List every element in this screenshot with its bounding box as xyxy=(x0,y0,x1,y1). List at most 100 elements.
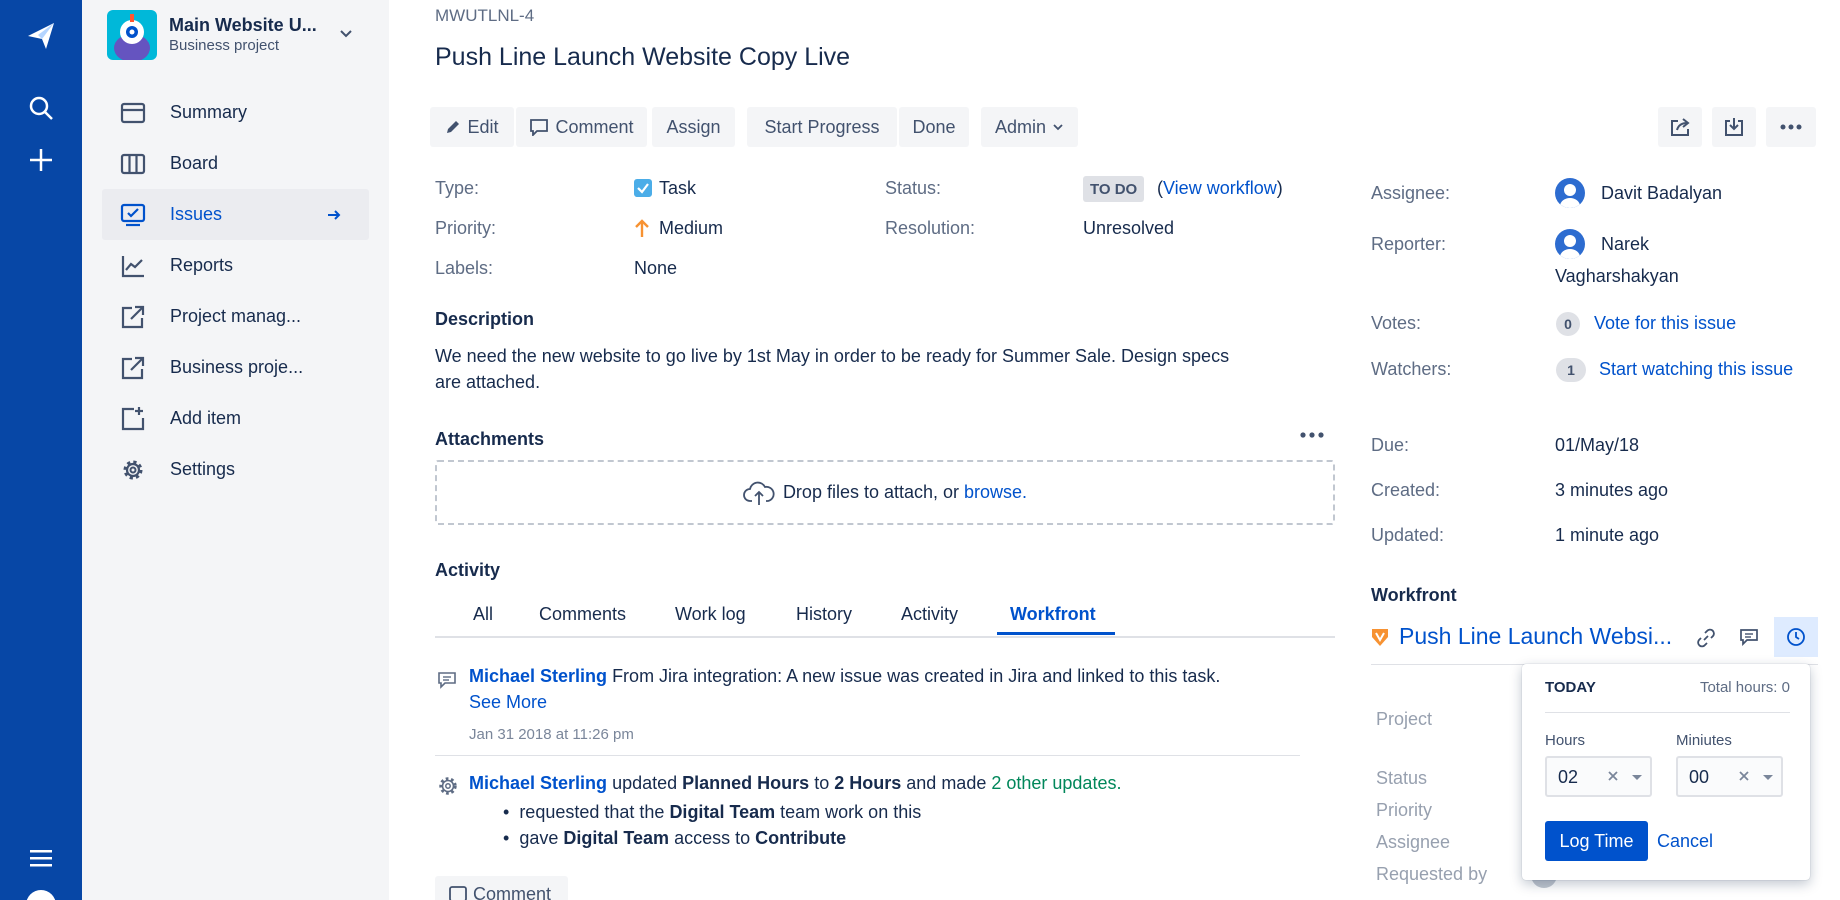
log-time-button[interactable]: Log Time xyxy=(1545,821,1648,861)
comment-button[interactable]: Comment xyxy=(516,107,647,147)
sidebar-item-summary[interactable]: Summary xyxy=(102,87,369,138)
type-label: Type: xyxy=(435,178,480,198)
labels-value: None xyxy=(634,258,678,278)
attachment-dropzone[interactable]: Drop files to attach, or browse. xyxy=(435,460,1335,525)
sidebar-item-label: Reports xyxy=(170,255,234,275)
watch-link[interactable]: Start watching this issue xyxy=(1599,359,1793,380)
status-lozenge[interactable]: TO DO xyxy=(1083,176,1145,202)
sidebar-item-reports[interactable]: Reports xyxy=(102,240,369,291)
sidebar-item-add-item[interactable]: Add item xyxy=(102,393,369,444)
entry-bullets: • requested that the Digital Team team w… xyxy=(503,799,921,851)
assign-button[interactable]: Assign xyxy=(652,107,735,147)
share-icon xyxy=(1671,118,1690,136)
sidebar-item-issues[interactable]: Issues xyxy=(102,189,369,240)
resolution-label: Resolution: xyxy=(885,218,976,238)
link-icon[interactable] xyxy=(1696,628,1716,648)
clear-icon[interactable] xyxy=(1738,770,1750,782)
priority-value: Medium xyxy=(659,218,724,238)
clear-icon[interactable] xyxy=(1607,770,1619,782)
sidebar-item-settings[interactable]: Settings xyxy=(102,444,369,495)
done-button[interactable]: Done xyxy=(899,107,969,147)
sidebar-item-board[interactable]: Board xyxy=(102,138,369,189)
entry-field: Planned Hours xyxy=(682,773,810,793)
tab-workfront[interactable]: Workfront xyxy=(1010,604,1096,625)
wf-requested-by-label: Requested by xyxy=(1376,864,1488,884)
author-link[interactable]: Michael Sterling xyxy=(469,773,607,793)
external-link-icon xyxy=(121,356,145,380)
jira-logo-icon[interactable] xyxy=(21,16,61,56)
entry-date: Jan 31 2018 at 11:26 pm xyxy=(469,726,634,743)
description-text[interactable]: We need the new website to go live by 1s… xyxy=(435,343,1229,395)
list-item: • requested that the Digital Team team w… xyxy=(503,802,922,822)
add-comment-button[interactable]: Comment xyxy=(435,876,568,900)
sidebar-item-project-management[interactable]: Project manag... xyxy=(102,291,369,342)
task-type-icon xyxy=(634,179,652,197)
browse-link[interactable]: browse. xyxy=(964,482,1027,503)
export-icon xyxy=(1725,118,1743,136)
cancel-link[interactable]: Cancel xyxy=(1657,831,1713,852)
created-label: Created: xyxy=(1371,480,1441,500)
see-more-link[interactable]: See More xyxy=(469,692,547,713)
vote-link[interactable]: Vote for this issue xyxy=(1594,313,1736,334)
project-name[interactable]: Main Website U... xyxy=(169,15,317,36)
other-updates-link[interactable]: 2 other updates. xyxy=(991,773,1121,793)
hamburger-icon[interactable] xyxy=(21,838,61,878)
avatar xyxy=(1555,178,1585,208)
arrow-right-icon xyxy=(328,210,341,220)
sidebar-item-business-project[interactable]: Business proje... xyxy=(102,342,369,393)
profile-avatar[interactable] xyxy=(26,890,56,900)
project-avatar xyxy=(107,10,157,60)
board-icon xyxy=(120,153,146,175)
cloud-upload-icon xyxy=(743,481,775,505)
hours-select[interactable]: 02 xyxy=(1545,756,1652,797)
comment-icon[interactable] xyxy=(1739,628,1759,646)
due-value: 01/May/18 xyxy=(1555,435,1640,455)
comment-icon xyxy=(438,672,456,689)
log-time-popover: TODAY Total hours: 0 Hours Miniutes 02 0… xyxy=(1522,664,1810,880)
entry-text: and made xyxy=(906,773,987,793)
votes-count-badge: 0 xyxy=(1556,312,1580,336)
votes-label: Votes: xyxy=(1371,313,1422,333)
author-link[interactable]: Michael Sterling xyxy=(469,666,607,686)
entry-text: to xyxy=(814,773,830,793)
reporter-last-name[interactable]: Vagharshakyan xyxy=(1555,266,1679,287)
watchers-label: Watchers: xyxy=(1371,359,1452,379)
assignee-label: Assignee: xyxy=(1371,183,1451,203)
wf-assignee-label: Assignee xyxy=(1376,832,1451,852)
issues-icon xyxy=(120,203,146,227)
external-link-icon xyxy=(121,305,145,329)
workfront-task-link[interactable]: Push Line Launch Websi... xyxy=(1399,623,1672,650)
reporter-first-name[interactable]: Narek xyxy=(1601,234,1649,255)
issue-title[interactable]: Push Line Launch Website Copy Live xyxy=(435,43,850,72)
admin-dropdown[interactable]: Admin xyxy=(981,107,1078,147)
view-workflow-link[interactable]: View workflow xyxy=(1163,178,1277,198)
comment-icon xyxy=(449,886,467,900)
activity-entry-text: Michael Sterling updated Planned Hours t… xyxy=(469,773,1121,794)
attachments-more-icon[interactable] xyxy=(1300,432,1324,438)
more-actions-button[interactable] xyxy=(1766,107,1816,147)
sidebar-item-label: Settings xyxy=(170,459,236,479)
share-button[interactable] xyxy=(1658,107,1702,147)
active-tab-indicator xyxy=(997,632,1115,635)
total-hours: Total hours: 0 xyxy=(1699,679,1790,696)
tab-work-log[interactable]: Work log xyxy=(675,604,746,625)
tab-comments[interactable]: Comments xyxy=(539,604,626,625)
issue-key[interactable]: MWUTLNL-4 xyxy=(435,6,534,26)
export-button[interactable] xyxy=(1712,107,1756,147)
start-progress-button[interactable]: Start Progress xyxy=(747,107,897,147)
assignee-name[interactable]: Davit Badalyan xyxy=(1601,183,1722,204)
priority-label: Priority: xyxy=(435,218,497,238)
chevron-down-icon[interactable] xyxy=(338,25,354,46)
edit-label: Edit xyxy=(467,116,499,137)
tab-history[interactable]: History xyxy=(796,604,852,625)
entry-value: 2 Hours xyxy=(834,773,902,793)
tab-all[interactable]: All xyxy=(473,604,493,625)
plus-icon[interactable] xyxy=(21,140,61,180)
log-time-toggle[interactable] xyxy=(1774,617,1818,657)
edit-button[interactable]: Edit xyxy=(430,107,514,147)
search-icon[interactable] xyxy=(21,88,61,128)
tab-activity[interactable]: Activity xyxy=(901,604,958,625)
created-value: 3 minutes ago xyxy=(1555,480,1669,500)
entry-divider xyxy=(435,755,1300,756)
minutes-select[interactable]: 00 xyxy=(1676,756,1783,797)
